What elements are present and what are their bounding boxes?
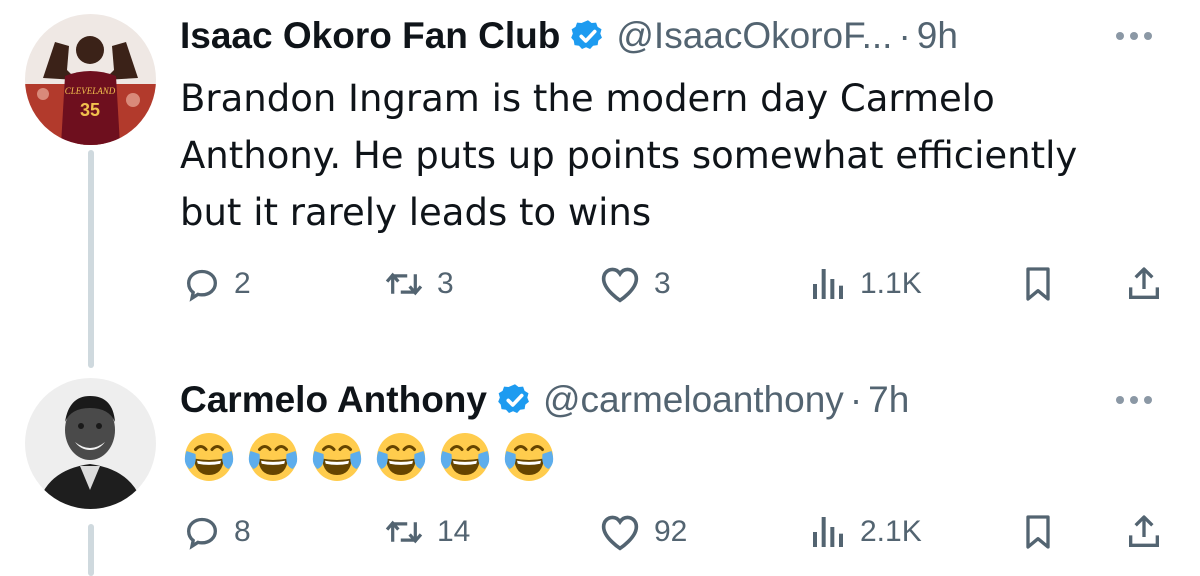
thread-line (88, 150, 94, 368)
share-icon (1129, 515, 1159, 547)
share-button[interactable] (1124, 510, 1164, 554)
bookmark-button[interactable] (1018, 262, 1058, 306)
tears-of-joy-emoji-icon (504, 433, 554, 481)
tears-of-joy-emoji-icon (184, 433, 234, 481)
tears-of-joy-emoji-icon (376, 433, 426, 481)
repost-icon (385, 520, 423, 544)
views-icon (813, 517, 843, 547)
tweet-emoji-text (182, 430, 556, 484)
author-name[interactable]: Isaac Okoro Fan Club (180, 15, 560, 57)
like-count: 3 (654, 267, 671, 300)
views-count: 2.1K (860, 515, 922, 548)
tweet-header: Isaac Okoro Fan Club @IsaacOkoroF... · 9… (180, 12, 958, 60)
views-button[interactable]: 2.1K (808, 510, 922, 554)
repost-count: 14 (437, 515, 471, 548)
reply-button[interactable]: 2 (182, 262, 251, 306)
tweet-header: Carmelo Anthony @carmeloanthony · 7h (180, 376, 909, 424)
separator-dot: · (898, 15, 911, 56)
author-name[interactable]: Carmelo Anthony (180, 379, 487, 421)
repost-icon (385, 272, 423, 296)
views-icon (813, 269, 843, 299)
author-handle[interactable]: @carmeloanthony (543, 379, 844, 421)
timestamp[interactable]: 7h (868, 379, 909, 421)
reply-icon (186, 269, 218, 302)
reply-button[interactable]: 8 (182, 510, 251, 554)
reply-count: 8 (234, 515, 251, 548)
tears-of-joy-emoji-icon (440, 433, 490, 481)
bookmark-icon (1026, 267, 1050, 301)
separator-dot: · (849, 379, 863, 420)
repost-button[interactable]: 3 (383, 262, 454, 306)
views-count: 1.1K (860, 267, 922, 300)
tweet-actions: 8 14 92 2.1K (0, 510, 1200, 554)
reply-count: 2 (234, 267, 251, 300)
like-icon (601, 267, 639, 303)
author-handle[interactable]: @IsaacOkoroF... (616, 15, 892, 57)
timestamp[interactable]: 9h (917, 15, 958, 57)
svg-text:35: 35 (80, 100, 100, 120)
verified-badge-icon (498, 384, 529, 414)
bookmark-icon (1026, 515, 1050, 549)
avatar-image: CLEVELAND 35 (25, 14, 156, 145)
avatar-image (25, 378, 156, 509)
tweet-actions: 2 3 3 1.1K (0, 262, 1200, 306)
tears-of-joy-emoji-icon (248, 433, 298, 481)
svg-text:CLEVELAND: CLEVELAND (65, 86, 116, 96)
tweet-text: Brandon Ingram is the modern day Carmelo… (180, 70, 1180, 241)
repost-count: 3 (437, 267, 454, 300)
tweet-text-line: but it rarely leads to wins (180, 191, 652, 234)
tweet-text-line: Brandon Ingram is the modern day Carmelo (180, 77, 995, 120)
avatar[interactable]: CLEVELAND 35 (25, 14, 156, 145)
avatar[interactable] (25, 378, 156, 509)
tweet-text-line: Anthony. He puts up points somewhat effi… (180, 134, 1078, 177)
views-button[interactable]: 1.1K (808, 262, 922, 306)
like-button[interactable]: 92 (598, 510, 687, 554)
share-button[interactable] (1124, 262, 1164, 306)
share-icon (1129, 267, 1159, 299)
bookmark-button[interactable] (1018, 510, 1058, 554)
more-icon[interactable] (1116, 396, 1152, 404)
verified-badge-icon (571, 20, 603, 50)
tears-of-joy-emoji-icon (312, 433, 362, 481)
more-icon[interactable] (1116, 32, 1152, 40)
like-count: 92 (654, 515, 688, 548)
repost-button[interactable]: 14 (383, 510, 470, 554)
like-button[interactable]: 3 (598, 262, 671, 306)
reply-icon (186, 517, 218, 550)
like-icon (601, 515, 639, 551)
